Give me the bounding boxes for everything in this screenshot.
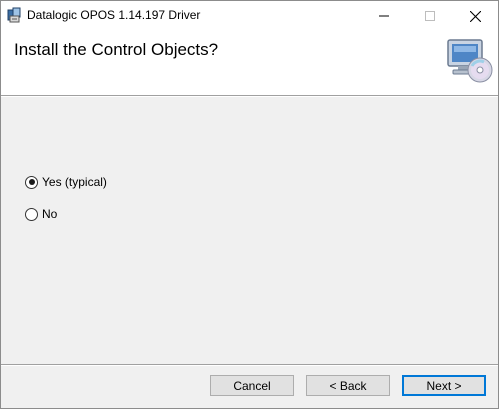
wizard-header: Install the Control Objects? xyxy=(1,31,498,95)
cancel-button[interactable]: Cancel xyxy=(210,375,294,396)
option-yes-label: Yes (typical) xyxy=(42,175,107,189)
option-no-label: No xyxy=(42,207,58,221)
close-icon xyxy=(469,10,481,22)
maximize-button[interactable] xyxy=(407,1,453,31)
radio-yes-selected[interactable] xyxy=(25,175,38,189)
radio-selected-dot xyxy=(28,179,35,185)
footer-divider-highlight xyxy=(1,365,498,366)
computer-cd-icon xyxy=(447,39,493,83)
title-bar: Datalogic OPOS 1.14.197 Driver xyxy=(1,1,498,31)
option-yes[interactable]: Yes (typical) xyxy=(25,175,107,189)
page-title: Install the Control Objects? xyxy=(14,40,219,59)
installer-window: Datalogic OPOS 1.14.197 Driver Install t… xyxy=(0,0,499,409)
back-button[interactable]: < Back xyxy=(306,375,390,396)
installer-app-icon xyxy=(7,7,21,23)
window-title: Datalogic OPOS 1.14.197 Driver xyxy=(27,8,201,22)
next-button[interactable]: Next > xyxy=(402,375,486,396)
option-no[interactable]: No xyxy=(25,207,57,221)
minimize-button[interactable] xyxy=(361,1,407,31)
close-button[interactable] xyxy=(452,1,498,31)
header-divider-highlight xyxy=(1,96,498,97)
maximize-icon xyxy=(425,11,435,21)
radio-no[interactable] xyxy=(25,207,38,221)
minimize-icon xyxy=(379,15,389,17)
